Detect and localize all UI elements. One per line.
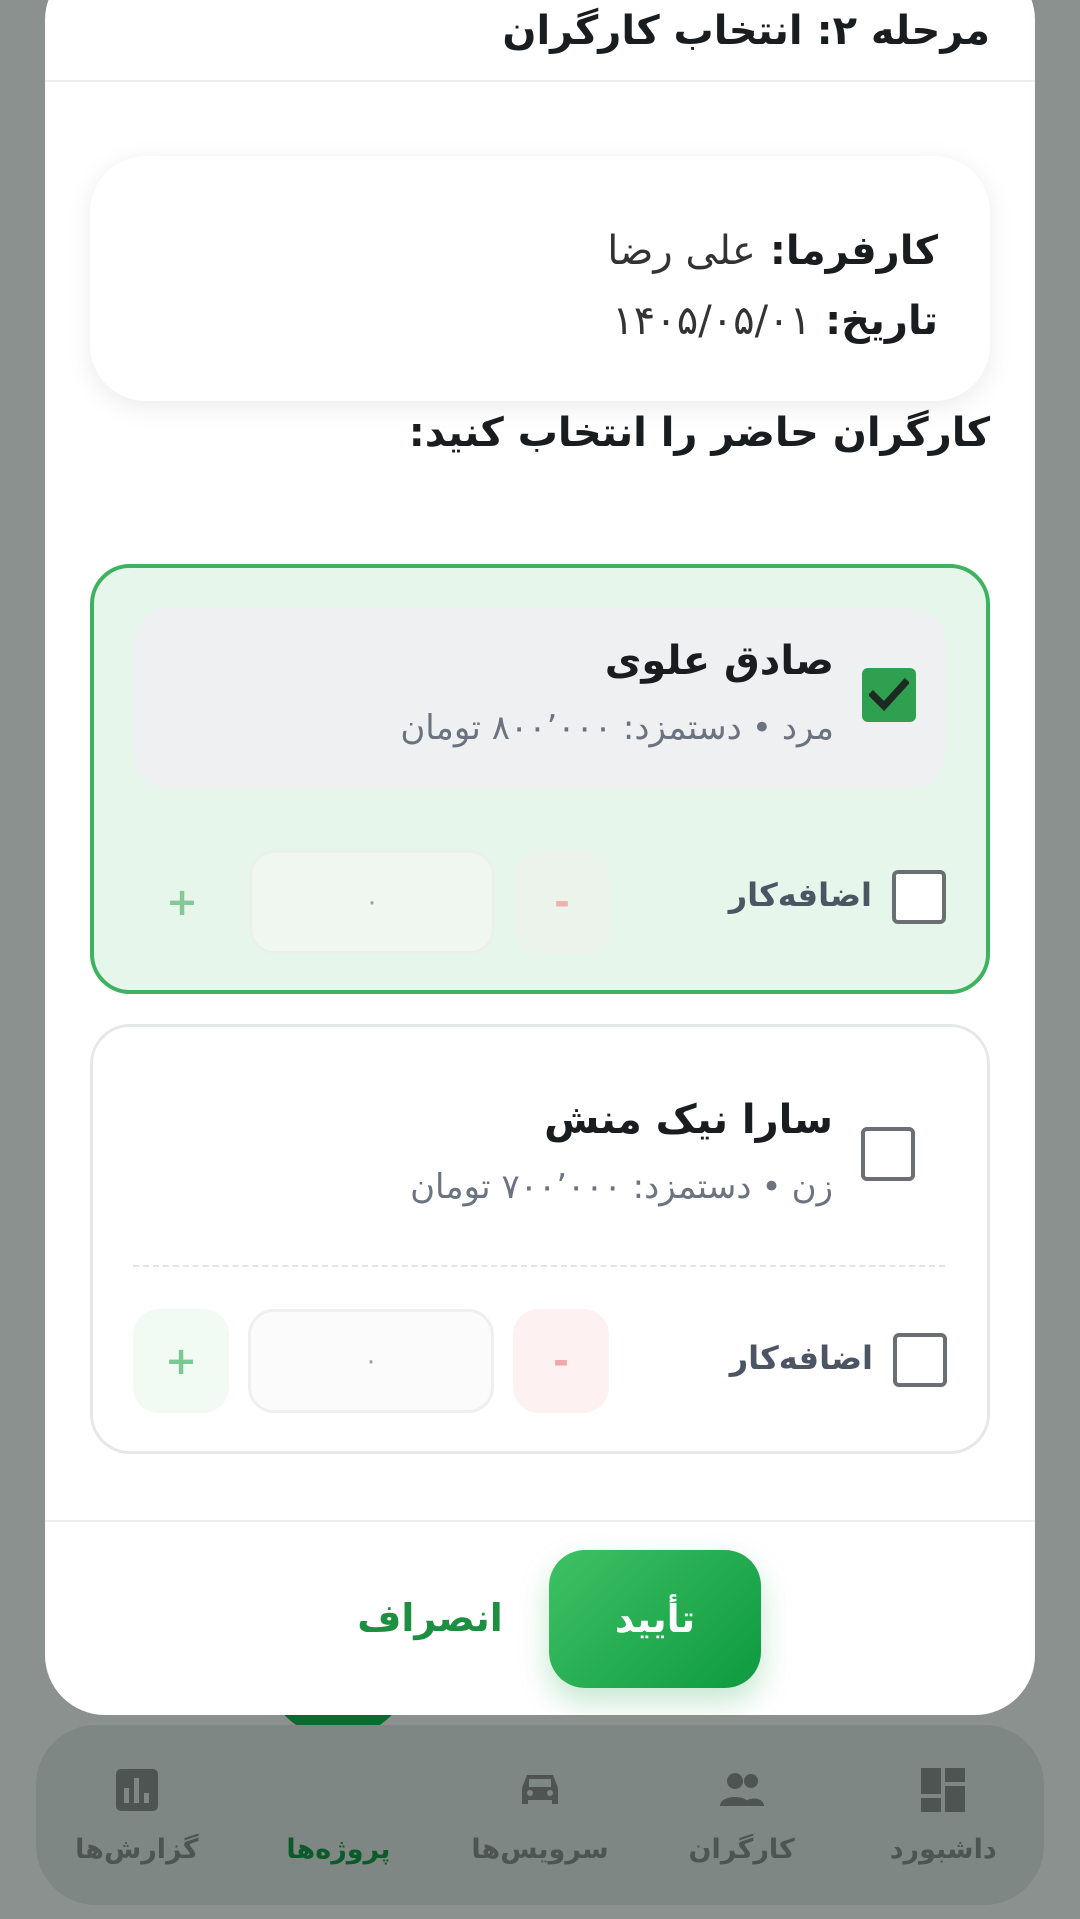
modal-title: مرحله ۲: انتخاب کارگران xyxy=(502,8,990,54)
confirm-button[interactable]: تأیید xyxy=(549,1550,761,1688)
worker-head[interactable]: صادق علوی مرد • دستمزد: ۸۰۰٬۰۰۰ تومان xyxy=(134,608,946,788)
bar-chart-icon xyxy=(115,1768,158,1811)
worker-select-checkbox[interactable] xyxy=(862,668,916,722)
worker-select-checkbox[interactable] xyxy=(861,1127,915,1181)
modal-header: مرحله ۲: انتخاب کارگران xyxy=(45,0,1035,82)
overtime-increment-button[interactable]: + xyxy=(134,850,230,954)
worker-card[interactable]: سارا نیک منش زن • دستمزد: ۷۰۰٬۰۰۰ تومان … xyxy=(90,1024,990,1454)
client-label: کارفرما: xyxy=(769,228,938,274)
nav-item-projects[interactable]: پروژه‌ها xyxy=(238,1725,440,1905)
project-info-card: کارفرما: علی رضا تاریخ: ۱۴۰۵/۰۵/۰۱ xyxy=(90,156,990,401)
meta-separator: • xyxy=(761,1167,782,1207)
nav-label: پروژه‌ها xyxy=(286,1833,391,1865)
overtime-decrement-button[interactable]: - xyxy=(513,1309,609,1413)
card-divider xyxy=(133,1265,945,1267)
nav-label: سرویس‌ها xyxy=(471,1833,609,1865)
overtime-increment-button[interactable]: + xyxy=(133,1309,229,1413)
worker-gender: مرد xyxy=(781,708,834,748)
worker-meta: زن • دستمزد: ۷۰۰٬۰۰۰ تومان xyxy=(410,1167,833,1207)
cancel-button[interactable]: انصراف xyxy=(345,1568,515,1668)
overtime-checkbox[interactable] xyxy=(893,1333,947,1387)
check-icon xyxy=(869,678,909,712)
worker-wage: دستمزد: ۸۰۰٬۰۰۰ تومان xyxy=(400,708,742,748)
section-title: کارگران حاضر را انتخاب کنید: xyxy=(408,410,990,456)
modal-footer xyxy=(45,1520,1035,1715)
meta-separator: • xyxy=(751,708,772,748)
overtime-decrement-button[interactable]: - xyxy=(514,850,610,954)
nav-label: داشبورد xyxy=(889,1833,997,1865)
worker-name: سارا نیک منش xyxy=(544,1097,833,1143)
client-name: علی رضا xyxy=(607,228,756,274)
worker-meta: مرد • دستمزد: ۸۰۰٬۰۰۰ تومان xyxy=(400,708,834,748)
people-icon xyxy=(719,1772,764,1806)
overtime-hours-input[interactable] xyxy=(248,1309,494,1413)
client-row: کارفرما: علی رضا xyxy=(607,228,938,274)
dashboard-icon xyxy=(921,1767,966,1812)
date-value: ۱۴۰۵/۰۵/۰۱ xyxy=(612,298,812,344)
overtime-checkbox[interactable] xyxy=(892,870,946,924)
worker-card[interactable]: صادق علوی مرد • دستمزد: ۸۰۰٬۰۰۰ تومان اض… xyxy=(90,564,990,994)
worker-wage: دستمزد: ۷۰۰٬۰۰۰ تومان xyxy=(410,1167,752,1207)
date-label: تاریخ: xyxy=(825,298,938,344)
nav-item-dashboard[interactable]: داشبورد xyxy=(842,1725,1044,1905)
date-row: تاریخ: ۱۴۰۵/۰۵/۰۱ xyxy=(612,298,938,344)
nav-item-services[interactable]: سرویس‌ها xyxy=(439,1725,641,1905)
overtime-label: اضافه‌کار xyxy=(728,876,872,914)
overtime-hours-input[interactable] xyxy=(249,850,495,954)
worker-gender: زن xyxy=(791,1167,833,1207)
bottom-navigation: داشبورد کارگران سرویس‌ها پروژه‌ها گزارش‌… xyxy=(36,1725,1044,1905)
nav-label: کارگران xyxy=(688,1833,795,1865)
nav-label: گزارش‌ها xyxy=(75,1833,199,1865)
select-workers-modal: مرحله ۲: انتخاب کارگران کارفرما: علی رضا… xyxy=(45,0,1035,1715)
overtime-label: اضافه‌کار xyxy=(729,1339,873,1377)
nav-item-reports[interactable]: گزارش‌ها xyxy=(36,1725,238,1905)
nav-item-workers[interactable]: کارگران xyxy=(641,1725,843,1905)
worker-head[interactable]: سارا نیک منش زن • دستمزد: ۷۰۰٬۰۰۰ تومان xyxy=(133,1067,945,1247)
worker-name: صادق علوی xyxy=(604,638,834,684)
car-icon xyxy=(522,1774,559,1804)
